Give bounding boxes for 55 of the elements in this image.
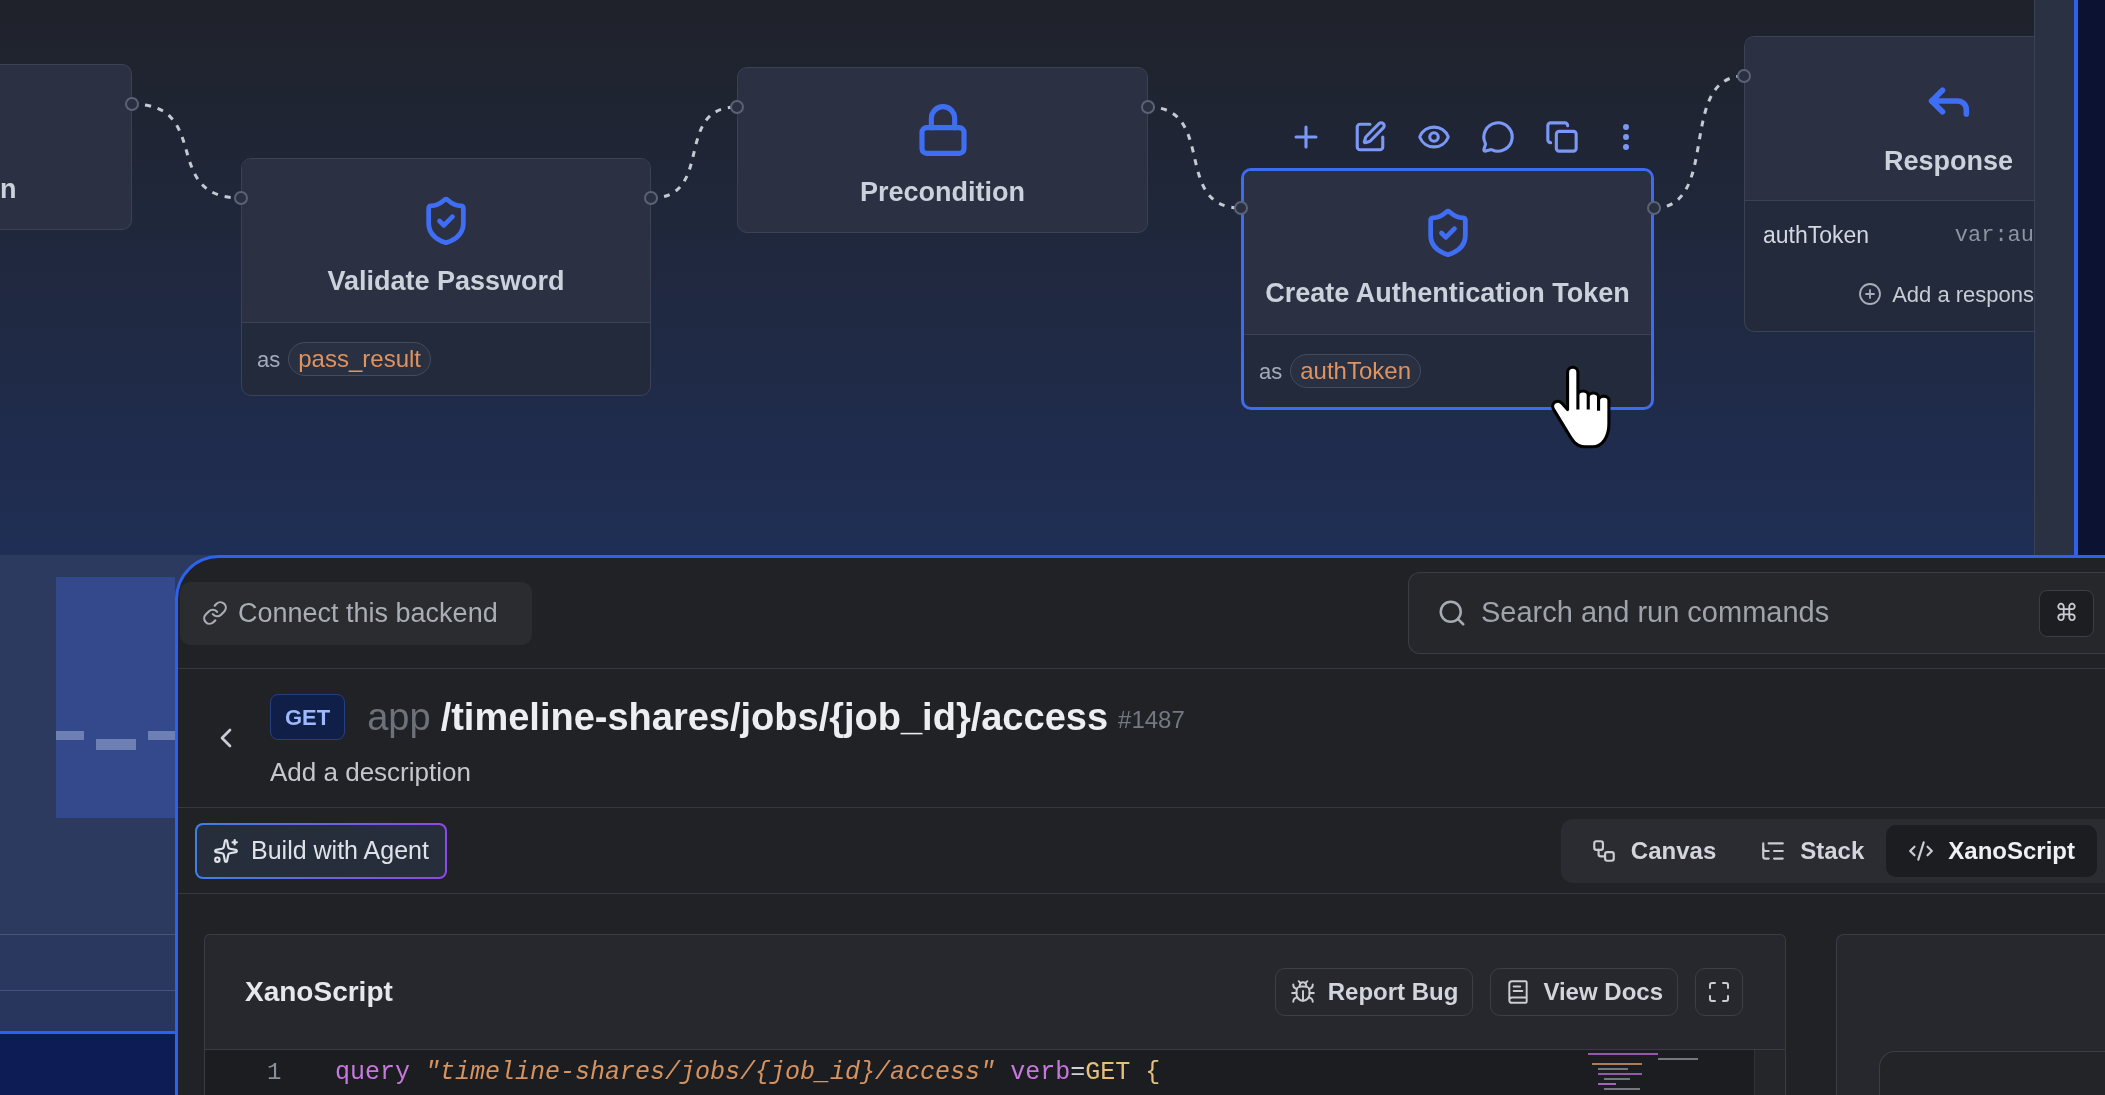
- node-title: n: [0, 173, 18, 205]
- add-response-button[interactable]: Add a respons: [1858, 277, 2034, 311]
- report-button[interactable]: Report Bug: [1274, 968, 1474, 1016]
- variable-tag: pass_result: [288, 342, 431, 376]
- node-title: Validate Password: [327, 265, 565, 297]
- expand-icon: [1707, 980, 1731, 1004]
- as-label: as: [1259, 357, 1283, 386]
- connect-button[interactable]: Connect this backend: [180, 581, 532, 645]
- search-bar[interactable]: Search and run commands ⌘: [1408, 572, 2105, 654]
- flow-node[interactable]: Precondition: [737, 67, 1148, 233]
- flow-node[interactable]: Response authToken var:au Add a respons: [1744, 36, 2034, 332]
- copy-icon[interactable]: [1545, 120, 1579, 154]
- port-icon[interactable]: [1737, 69, 1751, 83]
- endpoint-path: /timeline-shares/jobs/{job_id}/access: [440, 694, 1109, 740]
- flow-node[interactable]: Create Authentication Token as authToken: [1241, 168, 1654, 410]
- description-prompt[interactable]: Add a description: [270, 755, 471, 788]
- node-title: Response: [1883, 145, 2013, 177]
- search-field[interactable]: Search and run commands: [1481, 591, 2025, 635]
- port-icon[interactable]: [125, 97, 139, 111]
- port-icon[interactable]: [1234, 201, 1248, 215]
- sparkles-icon: [213, 837, 239, 864]
- port-icon[interactable]: [730, 100, 744, 114]
- port-icon[interactable]: [644, 191, 658, 205]
- port-icon[interactable]: [1647, 201, 1661, 215]
- dashes-icon: [56, 729, 175, 751]
- view-tab[interactable]: Stack: [1738, 824, 1887, 877]
- search-icon: [1437, 598, 1467, 628]
- code-line: query "timeline-shares/jobs/{job_id}/access" verb=GET {: [335, 1058, 1161, 1088]
- bug-icon: [1289, 979, 1316, 1005]
- method-badge: GET: [270, 694, 346, 740]
- flow-node[interactable]: n: [0, 64, 132, 230]
- node-title: Create Authentication Token: [1265, 277, 1630, 309]
- line-number: 1: [266, 1058, 283, 1088]
- port-icon[interactable]: [234, 191, 248, 205]
- field-name: authToken: [1763, 220, 1870, 250]
- view-tab[interactable]: XanoScript: [1886, 824, 2097, 877]
- port-icon[interactable]: [1141, 100, 1155, 114]
- node-title: Precondition: [860, 176, 1025, 208]
- flow-node[interactable]: Validate Password as pass_result: [241, 158, 651, 396]
- agent-button[interactable]: Build with Agent: [195, 822, 447, 879]
- link-icon: [202, 600, 228, 626]
- variable-tag: authToken: [1290, 354, 1421, 388]
- editor-title: XanoScript: [245, 975, 393, 1009]
- nodes-icon: [1590, 837, 1617, 864]
- app-label: app: [367, 694, 431, 740]
- view-tab[interactable]: Canvas: [1568, 824, 1739, 877]
- comment-icon[interactable]: [1481, 120, 1515, 154]
- plus-circle-icon: [1858, 282, 1883, 306]
- expand-button[interactable]: [1695, 968, 1743, 1016]
- edit-icon[interactable]: [1353, 120, 1387, 154]
- as-label: as: [257, 345, 281, 374]
- docs-button[interactable]: View Docs: [1490, 968, 1678, 1016]
- shortcut-key: ⌘: [2039, 589, 2094, 637]
- endpoint-number: #1487: [1118, 705, 1185, 735]
- field-value: var:au: [1954, 221, 2034, 250]
